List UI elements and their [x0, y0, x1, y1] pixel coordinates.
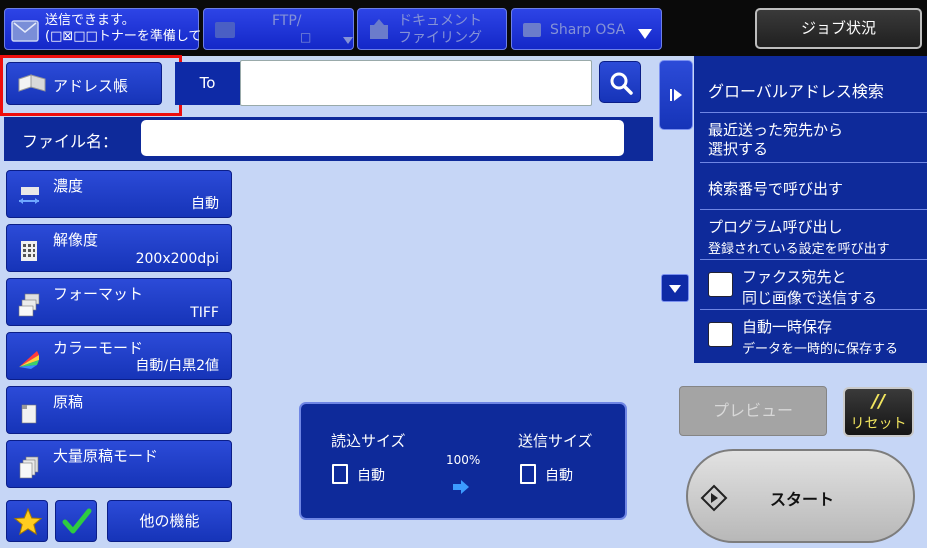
start-label: スタート: [770, 490, 835, 509]
tab-sharp-osa[interactable]: Sharp OSA: [511, 8, 662, 50]
sending-icon: [11, 20, 39, 42]
job-status-button[interactable]: ジョブ状況: [755, 8, 922, 49]
page-icon: [520, 464, 536, 484]
format-value: TIFF: [190, 305, 219, 321]
arrow-right-icon: [453, 480, 469, 494]
program-recall-item[interactable]: プログラム呼び出し 登録されている設定を呼び出す: [700, 210, 927, 260]
scan-size-value: 自動: [357, 468, 385, 484]
star-icon: [13, 507, 43, 536]
favorite-button[interactable]: [6, 500, 48, 542]
search-number-item[interactable]: 検索番号で呼び出す: [700, 163, 927, 210]
tab-document-filing[interactable]: ドキュメント ファイリング: [357, 8, 507, 50]
original-title: 原稿: [53, 393, 84, 411]
global-address-search-item[interactable]: グローバルアドレス検索: [700, 60, 927, 113]
resolution-button[interactable]: 解像度 200x200dpi: [6, 224, 232, 272]
reset-label: リセット: [850, 416, 907, 432]
play-icon: [670, 89, 682, 101]
filing-icon: [370, 19, 388, 39]
color-mode-value: 自動/白黒2値: [135, 358, 219, 374]
chevron-down-icon: [638, 29, 652, 39]
tab-filing-line1: ドキュメント: [398, 13, 482, 29]
store-main: 自動一時保存: [742, 318, 833, 336]
auto-store-item[interactable]: 自動一時保存 データを一時的に保存する: [700, 310, 927, 362]
resolution-title: 解像度: [53, 231, 99, 249]
highlight-frame: [0, 55, 182, 116]
program-sub: 登録されている設定を呼び出す: [708, 242, 890, 257]
density-button[interactable]: 濃度 自動: [6, 170, 232, 218]
color-mode-title: カラーモード: [53, 339, 144, 357]
recent-line1: 最近送った宛先から: [708, 121, 844, 139]
search-button[interactable]: [599, 61, 641, 103]
recent-destinations-item[interactable]: 最近送った宛先から 選択する: [700, 113, 927, 163]
format-button[interactable]: フォーマット TIFF: [6, 278, 232, 326]
start-icon: [700, 484, 728, 512]
resolution-value: 200x200dpi: [135, 251, 219, 267]
reset-button[interactable]: // リセット: [843, 387, 914, 437]
send-size-label: 送信サイズ: [518, 432, 593, 450]
checkmark-icon: [62, 508, 92, 534]
status-message-tab[interactable]: 送信できます。 (□⊠□□トナーを準備してください。): [4, 8, 265, 50]
tab-osa-label: Sharp OSA: [550, 22, 626, 38]
job-build-icon: [19, 456, 39, 479]
density-value: 自動: [191, 196, 219, 212]
fax-line2: 同じ画像で送信する: [742, 289, 878, 307]
tab-ftp[interactable]: FTP/ □: [203, 8, 354, 50]
original-button[interactable]: 原稿: [6, 386, 232, 434]
ratio-value: 100%: [446, 453, 481, 467]
color-mode-button[interactable]: カラーモード 自動/白黒2値: [6, 332, 232, 380]
check-button[interactable]: [55, 500, 97, 542]
reset-icon: //: [871, 391, 886, 412]
original-icon: [21, 404, 37, 424]
search-number-label: 検索番号で呼び出す: [708, 180, 844, 198]
fax-line1: ファクス宛先と: [742, 268, 847, 286]
auto-store-checkbox[interactable]: [708, 322, 733, 347]
format-icon: [18, 293, 40, 317]
format-title: フォーマット: [53, 285, 144, 303]
other-functions-button[interactable]: 他の機能: [107, 500, 232, 542]
size-panel[interactable]: 読込サイズ 自動 100% 送信サイズ 自動: [299, 402, 627, 520]
search-icon: [610, 72, 633, 95]
send-size-value: 自動: [545, 468, 573, 484]
to-address-input[interactable]: [240, 60, 592, 106]
density-icon: [19, 187, 39, 204]
resolution-icon: [21, 241, 37, 261]
file-name-label: ファイル名：: [22, 132, 119, 151]
start-button[interactable]: スタート: [686, 449, 915, 543]
scan-size-label: 読込サイズ: [331, 432, 406, 450]
chevron-down-icon: [343, 37, 353, 44]
page-icon: [332, 464, 348, 484]
chevron-down-icon: [669, 285, 681, 293]
program-main: プログラム呼び出し: [708, 218, 843, 236]
global-address-search-label: グローバルアドレス検索: [708, 82, 884, 101]
fax-same-image-item[interactable]: ファクス宛先と 同じ画像で送信する: [700, 260, 927, 310]
tab-ftp-line1: FTP/: [272, 13, 302, 29]
file-name-input[interactable]: [141, 120, 624, 156]
panel-toggle-button[interactable]: [659, 60, 693, 130]
to-label: To: [175, 62, 240, 105]
scroll-down-button[interactable]: [661, 274, 689, 302]
fax-same-image-checkbox[interactable]: [708, 272, 733, 297]
tab-filing-line2: ファイリング: [398, 30, 482, 46]
preview-button[interactable]: プレビュー: [679, 386, 827, 436]
recent-line2: 選択する: [708, 140, 769, 158]
osa-icon: [523, 23, 541, 37]
density-title: 濃度: [53, 177, 84, 195]
color-mode-icon: [19, 351, 39, 369]
tab-ftp-line2: □: [300, 30, 312, 44]
job-build-title: 大量原稿モード: [53, 447, 159, 465]
ftp-icon: [215, 22, 235, 38]
job-build-button[interactable]: 大量原稿モード: [6, 440, 232, 488]
store-sub: データを一時的に保存する: [742, 342, 899, 357]
